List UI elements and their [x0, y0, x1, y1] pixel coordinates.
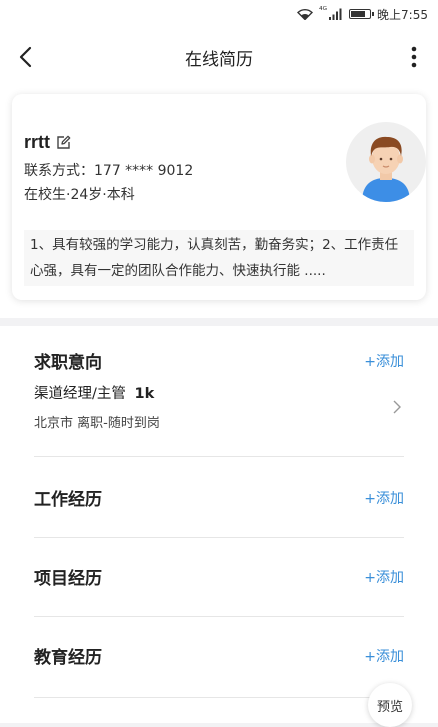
more-button[interactable]	[404, 42, 424, 72]
avatar[interactable]	[346, 122, 426, 202]
status-time: 晚上7:55	[377, 7, 428, 22]
profile-summary: 1、具有较强的学习能力，认真刻苦，勤奋务实；2、工作责任心强，具有一定的团队合作…	[24, 230, 414, 286]
section-title-work: 工作经历	[34, 490, 102, 510]
add-education-button[interactable]: +添加	[364, 646, 404, 666]
add-work-button[interactable]: +添加	[364, 488, 404, 508]
nav-bar: 在线简历	[0, 28, 438, 86]
job-salary: 1k	[134, 386, 155, 402]
avatar-boy-icon	[362, 136, 410, 202]
network-type: ⁴ᴳ	[319, 6, 328, 16]
battery-icon	[349, 9, 375, 19]
status-bar: ⁴ᴳ 晚上7:55	[0, 0, 438, 28]
signal-icon	[329, 8, 342, 20]
battery-level	[351, 11, 366, 17]
add-job-intention-button[interactable]: +添加	[364, 351, 404, 371]
section-project[interactable]: 项目经历 +添加	[34, 538, 404, 617]
profile-name: rrtt	[24, 132, 50, 152]
profile-name-row: rrtt	[24, 132, 71, 153]
back-arrow-icon	[19, 46, 32, 68]
section-title-job-intention: 求职意向	[34, 353, 102, 373]
job-location-status: 北京市 离职-随时到岗	[34, 416, 160, 431]
more-vertical-icon	[411, 46, 417, 68]
back-button[interactable]	[10, 42, 40, 72]
edit-icon[interactable]	[56, 135, 71, 150]
resume-sections: 求职意向 +添加 渠道经理/主管 1k 北京市 离职-随时到岗 工作经历 +添加…	[0, 326, 438, 723]
section-job-intention[interactable]: 求职意向 +添加 渠道经理/主管 1k 北京市 离职-随时到岗	[34, 326, 404, 457]
job-position: 渠道经理/主管	[34, 386, 126, 402]
section-title-education: 教育经历	[34, 648, 102, 668]
preview-button[interactable]: 预览	[368, 683, 412, 727]
profile-contact: 联系方式：177 **** 9012	[24, 163, 194, 179]
add-project-button[interactable]: +添加	[364, 567, 404, 587]
profile-meta: 在校生·24岁·本科	[24, 187, 135, 203]
wifi-icon	[297, 8, 314, 20]
section-education[interactable]: 教育经历 +添加	[34, 617, 404, 698]
section-title-project: 项目经历	[34, 569, 102, 589]
profile-card[interactable]: rrtt 联系方式：177 **** 9012 在校生·24岁·本科 1、具有较…	[12, 94, 426, 300]
profile-area: rrtt 联系方式：177 **** 9012 在校生·24岁·本科 1、具有较…	[0, 86, 438, 318]
page-title: 在线简历	[185, 49, 253, 70]
section-work[interactable]: 工作经历 +添加	[34, 457, 404, 538]
job-intention-position: 渠道经理/主管 1k	[34, 382, 154, 403]
chevron-right-icon	[393, 400, 401, 414]
